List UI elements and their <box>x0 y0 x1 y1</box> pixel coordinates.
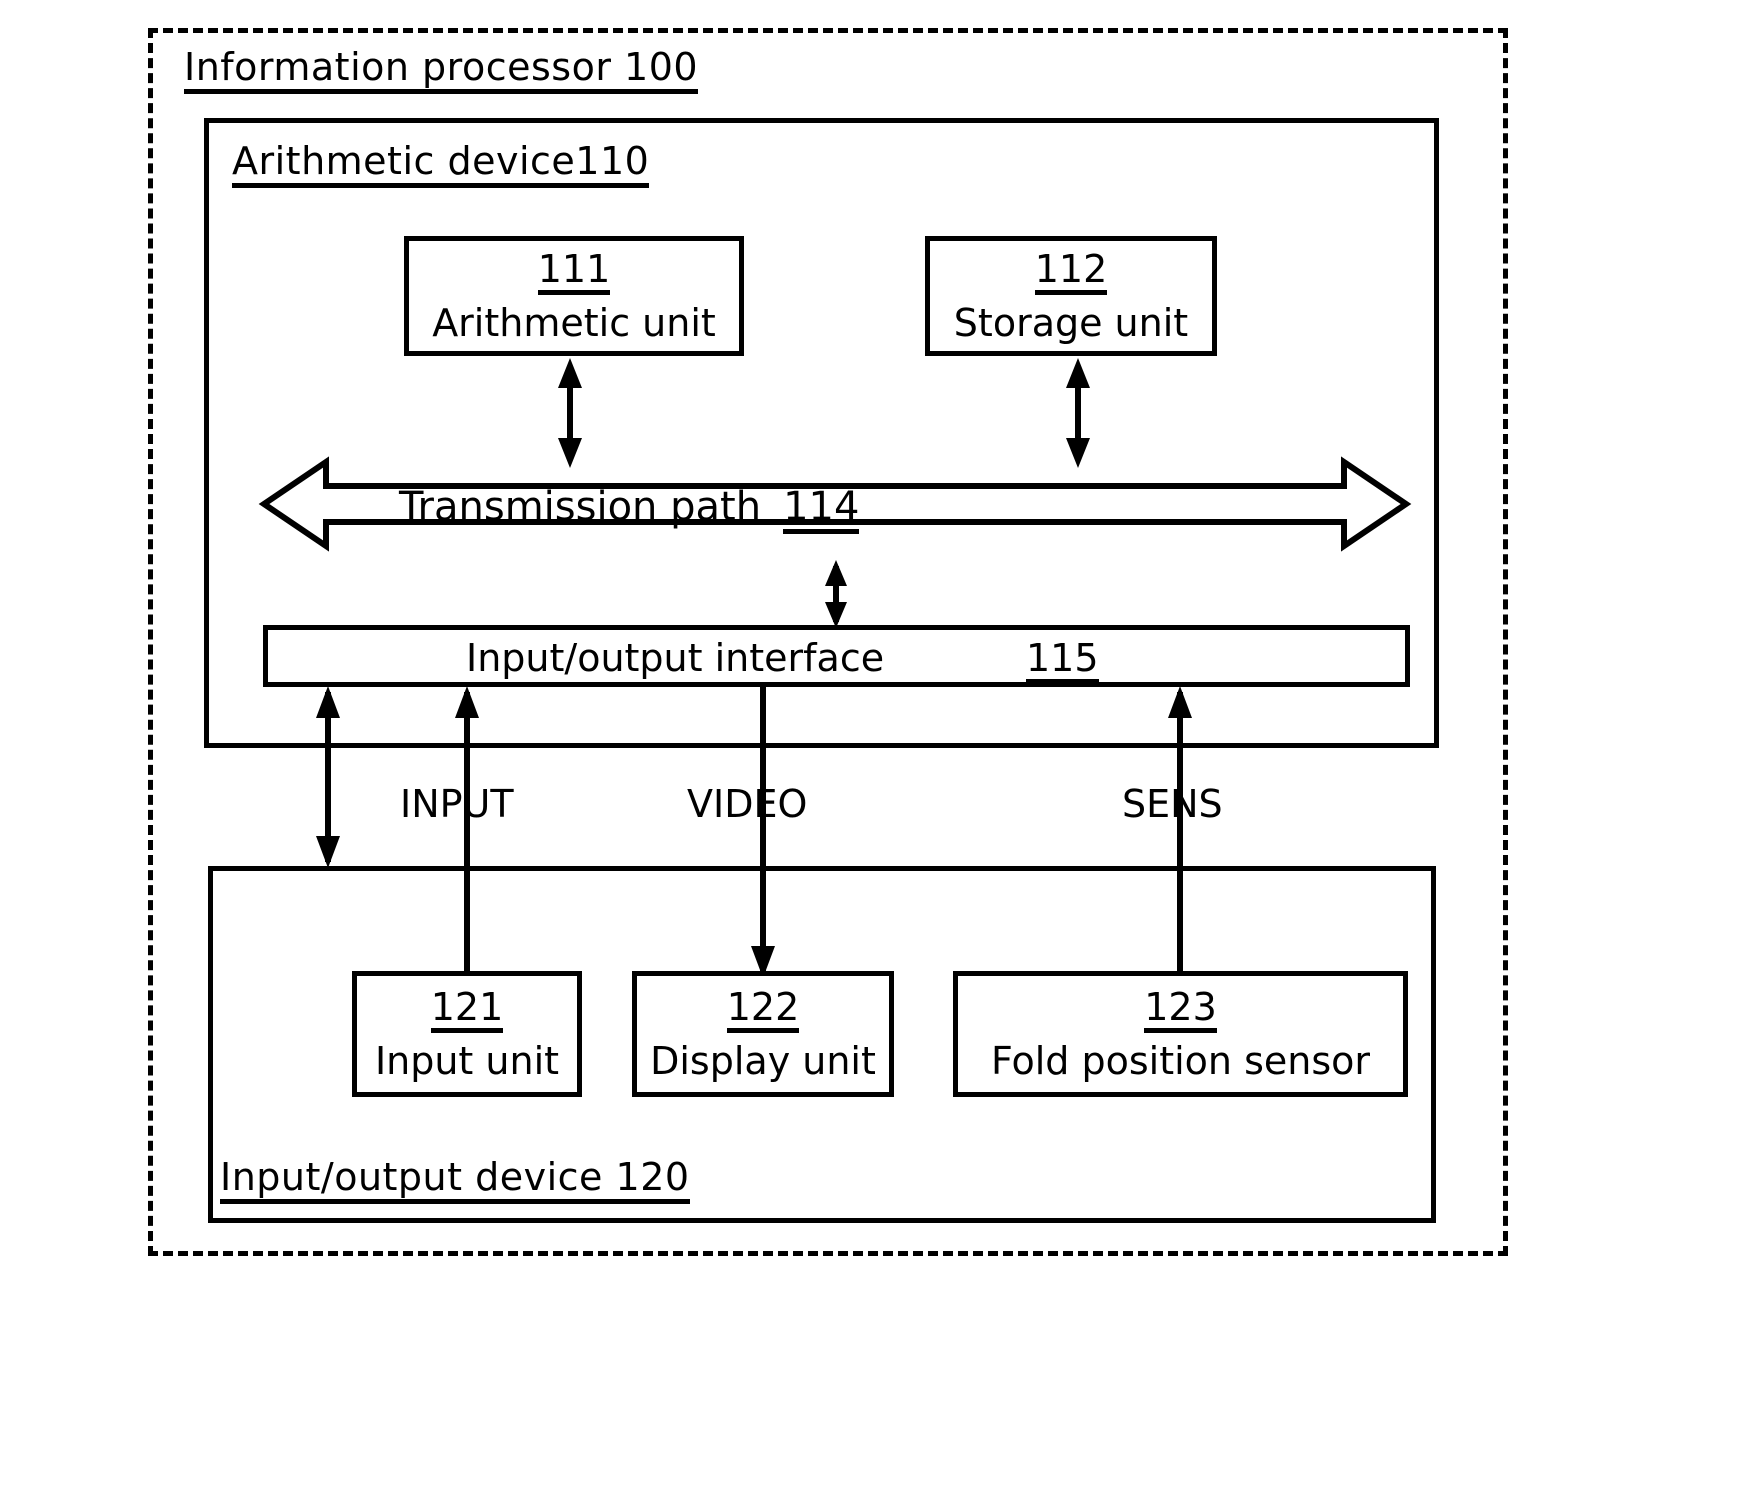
arrow-io-interface-to-io-device <box>316 686 340 868</box>
arithmetic-unit-label: Arithmetic unit <box>432 301 716 345</box>
fold-position-sensor-label: Fold position sensor <box>990 1039 1371 1083</box>
information-processor-title-text: Information processor 100 <box>184 48 699 94</box>
display-unit-number: 122 <box>726 988 800 1033</box>
input-unit-box: 121 Input unit <box>352 971 582 1097</box>
input-unit-label: Input unit <box>374 1039 560 1083</box>
signal-label-input: INPUT <box>400 782 514 826</box>
arithmetic-unit-number: 111 <box>537 250 611 295</box>
transmission-path-label-group: Transmission path 114 <box>399 484 860 534</box>
io-interface-bar: Input/output interface 115 <box>263 625 1410 687</box>
arithmetic-unit-box: 111 Arithmetic unit <box>404 236 744 356</box>
io-interface-number: 115 <box>1026 639 1099 684</box>
fold-position-sensor-number: 123 <box>1144 988 1217 1033</box>
io-interface-label: Input/output interface <box>466 636 885 680</box>
signal-label-sens: SENS <box>1122 782 1223 826</box>
display-unit-box: 122 Display unit <box>632 971 894 1097</box>
signal-label-video: VIDEO <box>687 782 808 826</box>
storage-unit-number: 112 <box>1034 250 1108 295</box>
input-unit-number: 121 <box>430 988 504 1033</box>
io-device-title: Input/output device 120 <box>220 1158 690 1204</box>
storage-unit-label: Storage unit <box>953 301 1189 345</box>
diagram-canvas: Information processor 100 Arithmetic dev… <box>0 0 1741 1495</box>
fold-position-sensor-box: 123 Fold position sensor <box>953 971 1408 1097</box>
display-unit-label: Display unit <box>650 1039 876 1083</box>
information-processor-title: Information processor 100 <box>184 48 699 94</box>
io-device-title-text: Input/output device 120 <box>220 1158 690 1204</box>
transmission-path-label: Transmission path <box>399 484 762 530</box>
arithmetic-device-title: Arithmetic device110 <box>232 142 650 188</box>
arrow-bus-to-io-interface <box>825 560 847 628</box>
arithmetic-device-title-text: Arithmetic device110 <box>232 142 650 188</box>
storage-unit-box: 112 Storage unit <box>925 236 1217 356</box>
transmission-path-number: 114 <box>783 487 860 534</box>
